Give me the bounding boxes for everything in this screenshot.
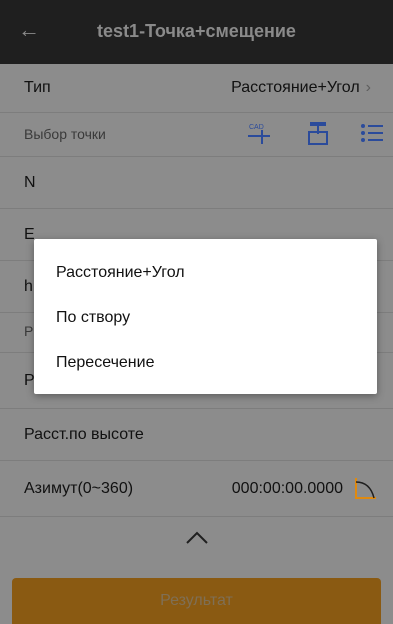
n-label: N — [24, 174, 36, 191]
type-value[interactable]: Расстояние+Угол › — [231, 79, 371, 97]
option-alignment[interactable]: По створу — [56, 309, 130, 327]
cad-pick-icon[interactable]: CAD — [246, 120, 272, 151]
angle-icon[interactable] — [352, 474, 380, 507]
height-dist-label: Расст.по высоте — [24, 426, 144, 443]
option-intersection[interactable]: Пересечение — [56, 354, 154, 372]
app-header: ← test1-Точка+смещение — [0, 0, 393, 64]
n-row[interactable]: N — [0, 156, 393, 209]
survey-point-icon[interactable] — [306, 120, 330, 151]
page-title: test1-Точка+смещение — [97, 21, 296, 41]
type-label: Тип — [24, 79, 51, 96]
chevron-right-icon: › — [365, 79, 371, 96]
p-section-label: Р — [24, 323, 34, 339]
type-select-dialog: Расстояние+Угол По створу Пересечение — [34, 239, 377, 394]
type-row[interactable]: Тип Расстояние+Угол › — [0, 64, 393, 113]
type-value-text: Расстояние+Угол — [231, 79, 360, 96]
point-select-label: Выбор точки — [24, 126, 106, 142]
height-dist-row[interactable]: Расст.по высоте — [0, 408, 393, 461]
result-button[interactable]: Результат — [12, 578, 381, 624]
h-label: h — [24, 278, 33, 295]
option-distance-angle[interactable]: Расстояние+Угол — [56, 264, 185, 282]
svg-text:CAD: CAD — [249, 124, 264, 131]
point-select-row: Выбор точки CAD — [0, 112, 393, 157]
azimuth-row[interactable]: Азимут(0~360) 000:00:00.0000 — [0, 460, 393, 517]
list-icon[interactable] — [360, 122, 384, 149]
azimuth-label: Азимут(0~360) — [24, 480, 134, 497]
chevron-up-icon[interactable] — [184, 530, 210, 551]
azimuth-value[interactable]: 000:00:00.0000 — [232, 480, 343, 498]
